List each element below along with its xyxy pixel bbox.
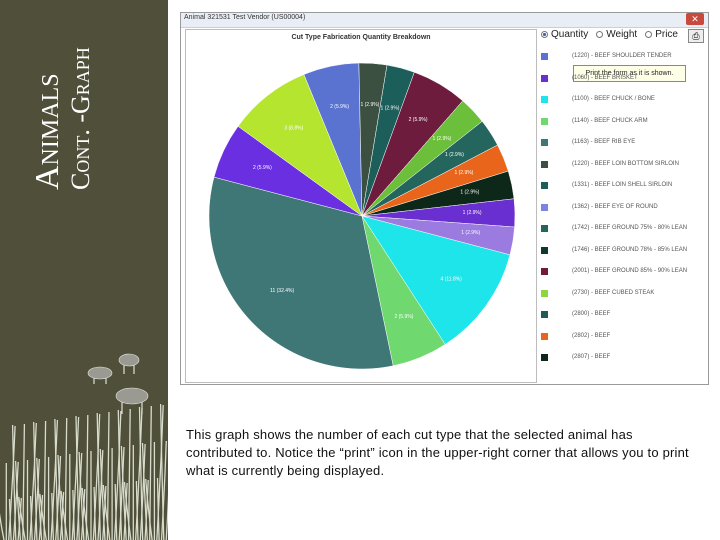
view-option-label: Weight <box>606 29 638 40</box>
close-button[interactable]: ✕ <box>686 13 704 25</box>
slice-label: 2 (5.9%) <box>253 165 272 171</box>
section-title-line2: Cont. -Graph <box>66 47 95 190</box>
pie-chart-panel: Cut Type Fabrication Quantity Breakdown … <box>185 29 537 383</box>
slice-label: 4 (11.8%) <box>441 277 463 283</box>
slice-label: 1 (2.9%) <box>461 230 480 236</box>
printer-icon[interactable]: ⎙ <box>688 29 704 43</box>
legend-label: (2730) - BEEF CUBED STEAK <box>572 289 655 296</box>
legend-swatch <box>541 139 548 146</box>
legend-label: (1100) - BEEF CHUCK / BONE <box>572 96 655 102</box>
legend-label: (1746) - BEEF GROUND 78% - 85% LEAN <box>572 246 688 253</box>
legend-swatch <box>541 182 548 189</box>
slice-label: 2 (5.9%) <box>394 314 413 320</box>
legend-label: (1060) - BEEF BRISKET <box>572 74 638 81</box>
legend-label: (1331) - BEEF LOIN SHELL SIRLOIN <box>572 182 673 188</box>
legend-swatch <box>541 96 548 103</box>
legend-label: (2800) - BEEF <box>572 311 611 317</box>
view-option-quantity[interactable]: Quantity <box>541 29 588 40</box>
legend-swatch <box>541 311 548 318</box>
radio-icon <box>596 30 604 38</box>
sidebar: Animals Cont. -Graph <box>0 0 168 540</box>
view-selector: Quantity Weight Price <box>541 29 686 43</box>
slice-label: 1 (2.9%) <box>445 152 464 158</box>
slice-label: 2 (5.9%) <box>409 117 428 123</box>
legend-label: (1140) - BEEF CHUCK ARM <box>572 117 648 124</box>
legend-label: (1362) - BEEF EYE OF ROUND <box>572 203 658 210</box>
slice-label: 1 (2.9%) <box>460 190 479 196</box>
legend-label: (1220) - BEEF SHOULDER TENDER <box>572 53 672 59</box>
legend-swatch <box>541 246 548 254</box>
slice-label: 3 (8.8%) <box>284 126 303 132</box>
legend-label: (1742) - BEEF GROUND 75% - 80% LEAN <box>572 225 688 231</box>
slice-label: 2 (5.9%) <box>330 104 349 110</box>
window-title: Animal 321531 Test Vendor (US00004) <box>184 14 306 21</box>
legend-label: (2802) - BEEF <box>572 332 611 339</box>
view-option-price[interactable]: Price <box>645 29 678 40</box>
legend-swatch <box>541 354 548 361</box>
legend-swatch <box>541 289 548 297</box>
grass-decoration <box>0 403 168 540</box>
section-title: Animals Cont. -Graph <box>29 47 96 190</box>
view-option-label: Quantity <box>551 29 589 40</box>
slice-label: 11 (32.4%) <box>270 288 294 294</box>
legend-swatch <box>541 160 548 168</box>
view-option-weight[interactable]: Weight <box>596 29 637 40</box>
sheep-icon <box>118 353 140 367</box>
legend-label: (1220) - BEEF LOIN BOTTOM SIRLOIN <box>572 160 679 167</box>
legend-swatch <box>541 203 548 211</box>
legend-swatch <box>541 268 548 275</box>
section-title-line1: Animals <box>29 73 66 190</box>
radio-icon <box>541 30 548 38</box>
chart-window: Animal 321531 Test Vendor (US00004) ✕ Cu… <box>180 12 709 385</box>
slice-label: 1 (2.9%) <box>463 210 482 216</box>
legend-label: (1163) - BEEF RIB EYE <box>572 139 636 145</box>
radio-icon <box>645 30 653 38</box>
legend-label: (2807) - BEEF <box>572 354 611 360</box>
window-titlebar: Animal 321531 Test Vendor (US00004) ✕ <box>181 13 708 28</box>
legend-swatch <box>541 117 548 125</box>
view-option-label: Price <box>655 29 678 40</box>
slide-caption: This graph shows the number of each cut … <box>186 427 689 478</box>
slice-label: 1 (2.9%) <box>360 102 379 108</box>
slice-label: 1 (2.9%) <box>381 106 400 112</box>
slice-label: 1 (2.9%) <box>454 170 473 176</box>
legend-swatch <box>541 74 548 82</box>
legend-swatch <box>541 332 548 340</box>
pie-chart: 2 (5.9%) 1 (2.9%)1 (2.9%)2 (5.9%)1 (2.9%)… <box>208 62 516 370</box>
legend-label: (2001) - BEEF GROUND 85% - 90% LEAN <box>572 268 688 274</box>
legend-swatch <box>541 53 548 60</box>
legend-swatch <box>541 225 548 232</box>
slice-label: 1 (2.9%) <box>432 136 451 142</box>
